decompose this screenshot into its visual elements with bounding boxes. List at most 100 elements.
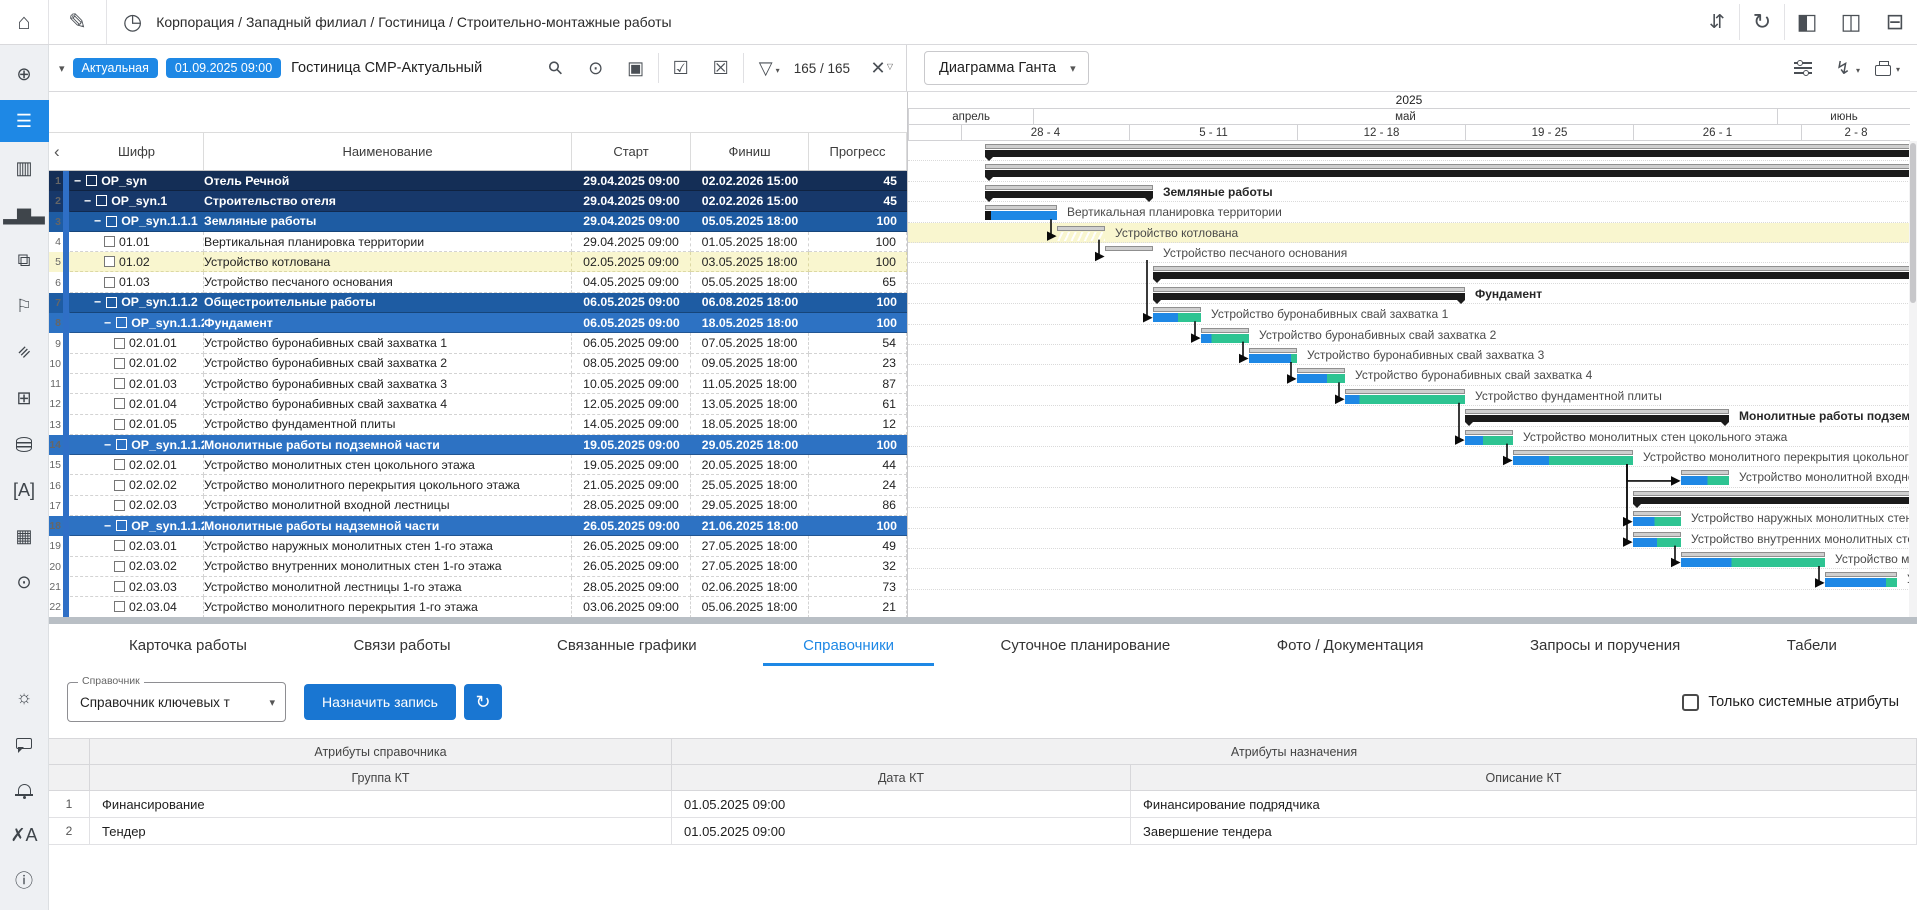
gantt-task-bar[interactable] <box>1681 558 1825 567</box>
row-checkbox[interactable] <box>114 398 125 409</box>
gantt-task-bar[interactable] <box>1513 456 1633 465</box>
table-row[interactable]: 601.03Устройство песчаного основания04.0… <box>49 272 907 292</box>
tab-0[interactable]: Карточка работы <box>89 624 287 666</box>
visibility-button[interactable]: ⊙ <box>576 59 616 77</box>
system-attributes-toggle[interactable]: Только системные атрибуты <box>1682 694 1901 711</box>
table-row[interactable]: 2202.03.04Устройство монолитного перекры… <box>49 597 907 617</box>
btable-row[interactable]: 1Финансирование01.05.2025 09:00Финансиро… <box>49 791 1917 818</box>
btable-row[interactable]: 2Тендер01.05.2025 09:00Завершение тендер… <box>49 818 1917 845</box>
row-checkbox[interactable] <box>116 317 127 328</box>
row-checkbox[interactable] <box>86 175 97 186</box>
check-tasks-button[interactable]: ☑ <box>661 59 701 77</box>
table-row[interactable]: 1302.01.05Устройство фундаментной плиты1… <box>49 415 907 435</box>
btable-column-header-0[interactable]: Группа КТ <box>90 765 672 791</box>
btable-column-header-2[interactable]: Описание КТ <box>1131 765 1917 791</box>
table-row[interactable]: 1502.02.01Устройство монолитных стен цок… <box>49 455 907 475</box>
column-header-0[interactable]: Шифр <box>70 133 204 170</box>
row-checkbox[interactable] <box>114 540 125 551</box>
layout-bottom-button[interactable]: ⊟ <box>1873 0 1917 44</box>
home-button[interactable]: ⌂ <box>0 0 49 44</box>
tab-4[interactable]: Суточное планирование <box>961 624 1211 666</box>
sidebar-item-board[interactable]: ▥ <box>0 145 49 191</box>
table-row[interactable]: 7−OP_syn.1.1.2Общестроительные работы06.… <box>49 293 907 313</box>
sidebar-item-theme[interactable]: ☼ <box>0 674 49 720</box>
gantt-task-bar[interactable] <box>1465 436 1513 445</box>
table-row[interactable]: 2102.03.03Устройство монолитной лестницы… <box>49 577 907 597</box>
tab-6[interactable]: Запросы и поручения <box>1490 624 1720 666</box>
expand-toggle[interactable]: − <box>104 316 111 330</box>
sidebar-item-language[interactable]: ✗A <box>0 812 49 858</box>
table-row[interactable]: 1702.02.03Устройство монолитной входной … <box>49 496 907 516</box>
view-select[interactable]: Диаграмма Ганта ▾ <box>924 51 1089 85</box>
row-checkbox[interactable] <box>96 195 107 206</box>
gantt-settings-button[interactable] <box>1783 61 1823 75</box>
tab-1[interactable]: Связи работы <box>313 624 490 666</box>
expand-toggle[interactable]: − <box>84 194 91 208</box>
row-checkbox[interactable] <box>114 480 125 491</box>
row-checkbox[interactable] <box>116 439 127 450</box>
gantt-task-bar[interactable] <box>1105 252 1153 261</box>
gantt-summary-bar[interactable] <box>1153 272 1910 279</box>
sidebar-item-documents[interactable]: ⧉ <box>0 237 49 283</box>
table-row[interactable]: 14−OP_syn.1.1.2.Монолитные работы подзем… <box>49 435 907 455</box>
table-row[interactable]: 2002.03.02Устройство внутренних монолитн… <box>49 557 907 577</box>
columns-button[interactable]: ▣ <box>616 59 656 77</box>
tab-2[interactable]: Связанные графики <box>517 624 737 666</box>
breadcrumb[interactable]: Корпорация / Западный филиал / Гостиница… <box>156 14 671 30</box>
tab-3[interactable]: Справочники <box>763 624 934 666</box>
sidebar-item-attributes[interactable]: [A] <box>0 467 49 513</box>
sidebar-item-globe[interactable]: ⊕ <box>0 51 49 97</box>
sidebar-item-flag[interactable]: ⚐ <box>0 283 49 329</box>
row-checkbox[interactable] <box>114 500 125 511</box>
gantt-task-bar[interactable] <box>1201 334 1249 343</box>
row-checkbox[interactable] <box>114 459 125 470</box>
print-button[interactable] <box>1863 61 1903 76</box>
column-header-2[interactable]: Старт <box>572 133 691 170</box>
expand-toggle[interactable]: − <box>94 295 101 309</box>
expand-toggle[interactable]: − <box>104 438 111 452</box>
gantt-summary-bar[interactable] <box>985 191 1153 198</box>
btable-column-header-1[interactable]: Дата КТ <box>672 765 1131 791</box>
row-checkbox[interactable] <box>116 520 127 531</box>
table-row[interactable]: 501.02Устройство котлована02.05.2025 09:… <box>49 252 907 272</box>
table-row[interactable]: 1202.01.04Устройство буронабивных свай з… <box>49 394 907 414</box>
links-mode-button[interactable]: ↯ <box>1823 59 1863 77</box>
gantt-task-bar[interactable] <box>985 211 1057 220</box>
sidebar-item-hatch[interactable]: ≡ <box>0 329 49 375</box>
table-row[interactable]: 1102.01.03Устройство буронабивных свай з… <box>49 374 907 394</box>
gantt-task-bar[interactable] <box>1681 476 1729 485</box>
expand-toggle[interactable]: − <box>104 519 111 533</box>
collapse-columns-button[interactable]: ‹ <box>49 133 70 170</box>
reference-select[interactable]: Справочник Справочник ключевых т ▾ <box>67 682 286 722</box>
expand-toggle[interactable]: − <box>74 174 81 188</box>
row-checkbox[interactable] <box>104 277 115 288</box>
layout-left-button[interactable]: ◧ <box>1785 0 1829 44</box>
gantt-task-bar[interactable] <box>1825 578 1897 587</box>
row-checkbox[interactable] <box>114 358 125 369</box>
tab-5[interactable]: Фото / Документация <box>1237 624 1464 666</box>
sidebar-item-notifications[interactable] <box>0 766 49 812</box>
table-row[interactable]: 902.01.01Устройство буронабивных свай за… <box>49 333 907 353</box>
gantt-task-bar[interactable] <box>1297 374 1345 383</box>
gantt-summary-bar[interactable] <box>985 170 1910 177</box>
sort-button[interactable]: ⇵ <box>1695 0 1739 44</box>
sidebar-item-gantt-list[interactable]: ☰ <box>0 100 49 142</box>
filter-button[interactable]: ▽ <box>746 59 786 77</box>
row-checkbox[interactable] <box>106 297 117 308</box>
column-header-1[interactable]: Наименование <box>204 133 572 170</box>
row-checkbox[interactable] <box>114 419 125 430</box>
gantt-task-bar[interactable] <box>1633 538 1681 547</box>
search-button[interactable]: ⚲ <box>536 59 576 77</box>
gantt-summary-bar[interactable] <box>1153 293 1465 300</box>
table-row[interactable]: 2−OP_syn.1Строительство отеля29.04.2025 … <box>49 191 907 211</box>
horizontal-splitter[interactable] <box>49 617 1917 624</box>
gantt-task-bar[interactable] <box>1633 517 1681 526</box>
row-checkbox[interactable] <box>114 338 125 349</box>
column-header-3[interactable]: Финиш <box>691 133 809 170</box>
row-checkbox[interactable] <box>114 581 125 592</box>
assign-record-button[interactable]: Назначить запись <box>304 684 456 720</box>
table-row[interactable]: 1902.03.01Устройство наружных монолитных… <box>49 536 907 556</box>
gantt-task-bar[interactable] <box>1153 313 1201 322</box>
reference-refresh-button[interactable]: ↻ <box>464 684 502 720</box>
table-row[interactable]: 1002.01.02Устройство буронабивных свай з… <box>49 354 907 374</box>
